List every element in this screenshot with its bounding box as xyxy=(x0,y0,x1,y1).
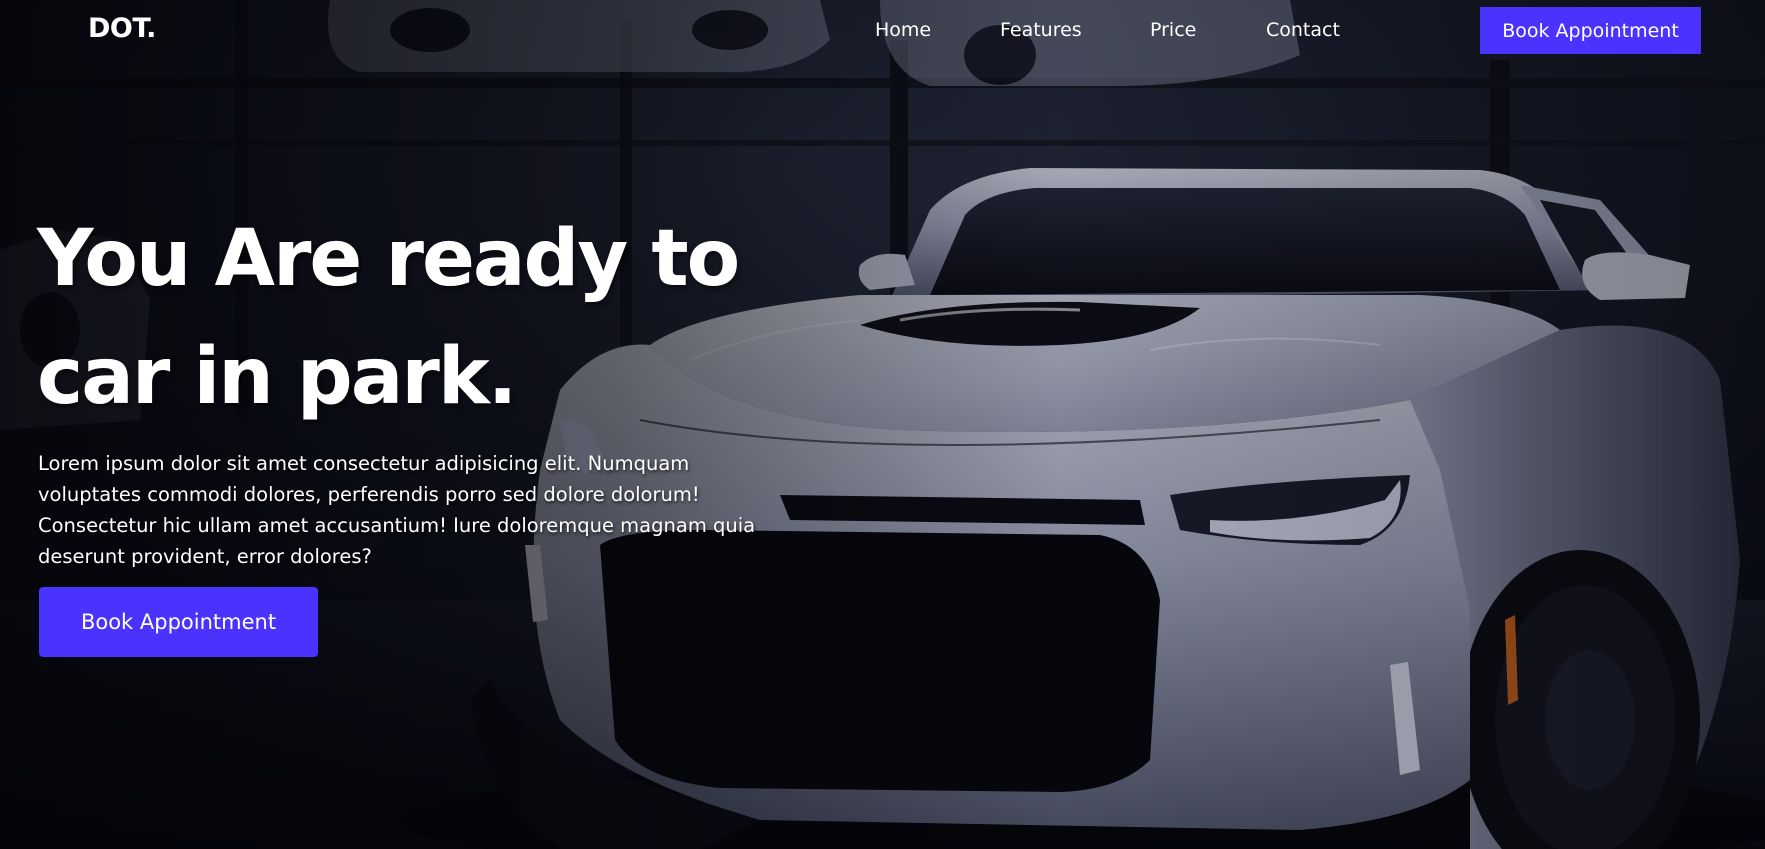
nav-link-price[interactable]: Price xyxy=(1150,19,1196,41)
hero-headline-line-2: car in park. xyxy=(37,332,517,422)
nav-link-features[interactable]: Features xyxy=(1000,19,1082,41)
top-nav: DOT. Home Features Price Contact Book Ap… xyxy=(0,0,1765,62)
hero-headline: You Are ready to car in park. xyxy=(37,200,757,436)
hero-description: Lorem ipsum dolor sit amet consectetur a… xyxy=(38,452,756,568)
hero-book-appointment-button[interactable]: Book Appointment xyxy=(39,587,318,657)
hero-section: DOT. Home Features Price Contact Book Ap… xyxy=(0,0,1765,849)
nav-link-home[interactable]: Home xyxy=(875,19,931,41)
hero-headline-line-1: You Are ready to xyxy=(37,214,740,304)
nav-link-contact[interactable]: Contact xyxy=(1266,19,1340,41)
nav-book-appointment-button[interactable]: Book Appointment xyxy=(1480,7,1701,54)
